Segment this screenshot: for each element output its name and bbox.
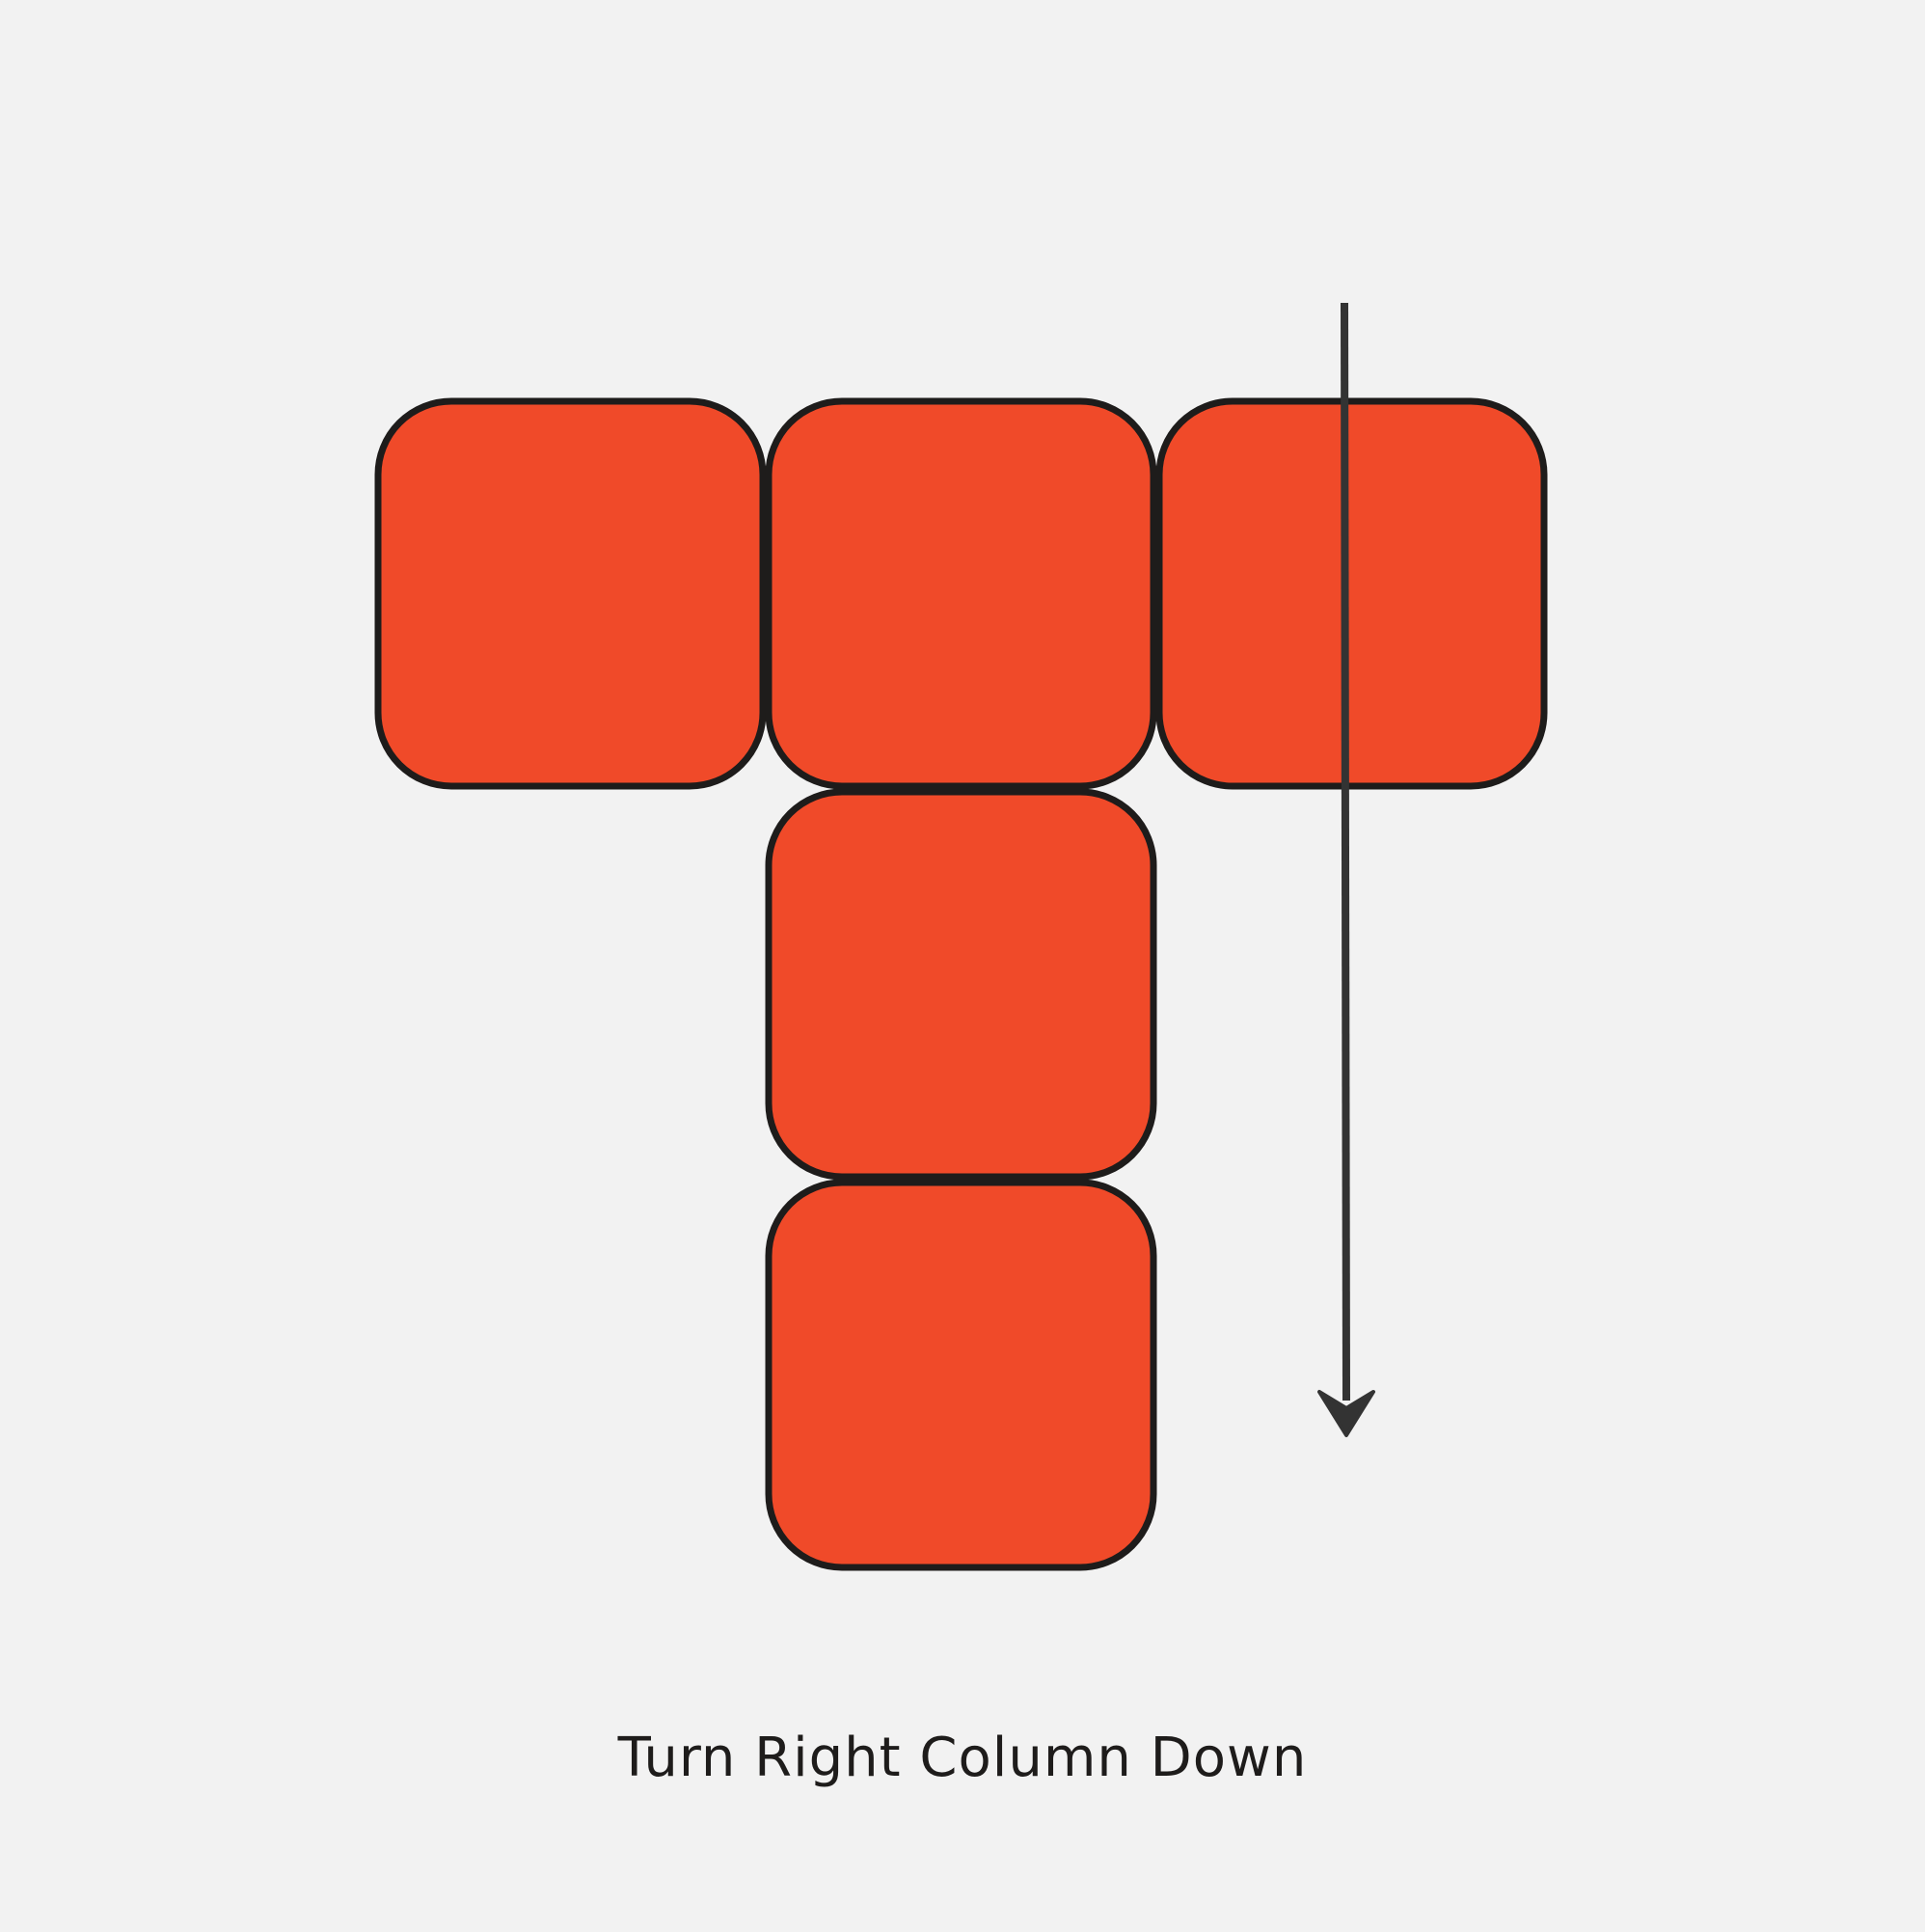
tile-top-left [374, 397, 767, 790]
tile-top-center [765, 397, 1157, 790]
turn-diagram [0, 0, 1925, 1932]
tile-middle-center [765, 788, 1157, 1181]
arrow-shaft [1341, 302, 1350, 1401]
tile-top-right [1155, 397, 1548, 790]
tile-bottom-center [765, 1179, 1157, 1571]
diagram-caption: Turn Right Column Down [617, 1727, 1308, 1789]
